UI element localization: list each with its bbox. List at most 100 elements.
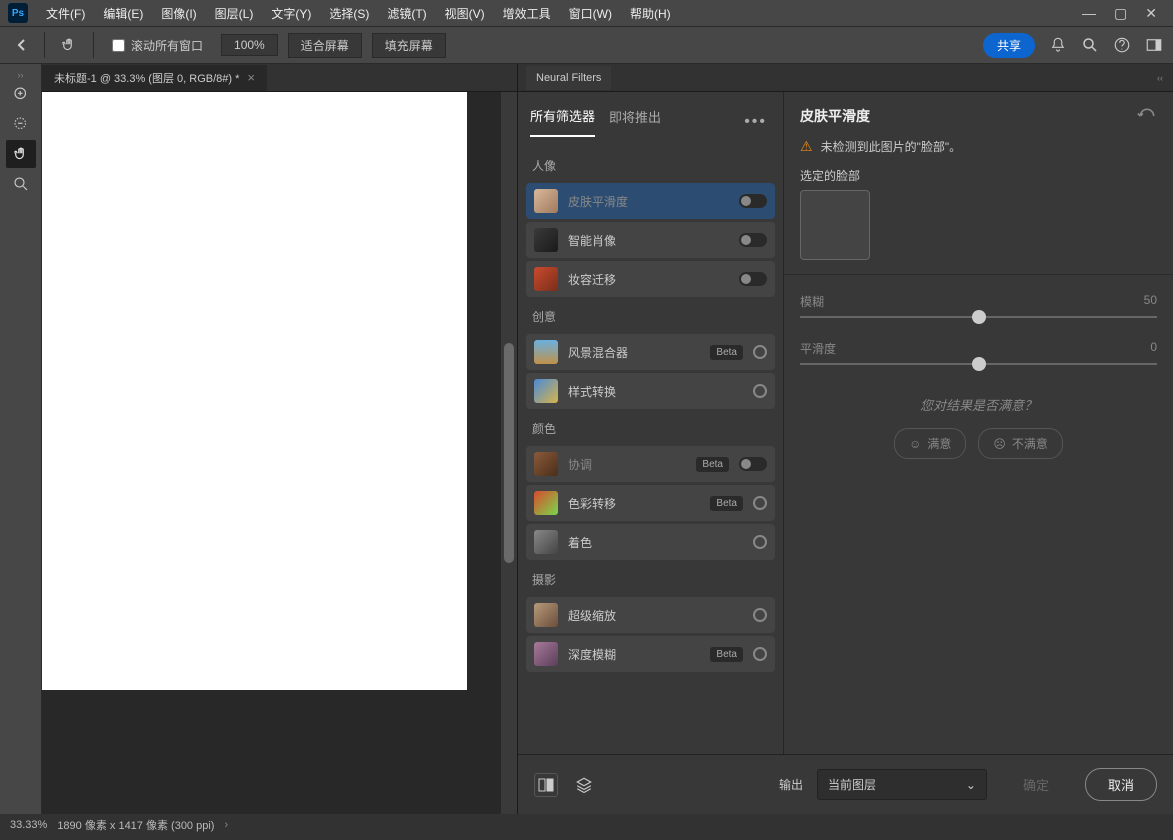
tab-all-filters[interactable]: 所有筛选器 bbox=[530, 106, 595, 137]
download-color-transfer[interactable] bbox=[753, 496, 767, 510]
collapse-panel-icon[interactable]: ‹‹ bbox=[1157, 73, 1163, 83]
hand-tool-icon[interactable] bbox=[55, 33, 83, 57]
download-depth-blur[interactable] bbox=[753, 647, 767, 661]
face-preview-box[interactable] bbox=[800, 190, 870, 260]
menu-filter[interactable]: 滤镜(T) bbox=[379, 1, 434, 26]
preview-toggle-icon[interactable] bbox=[534, 773, 558, 797]
toggle-skin-smoothing[interactable] bbox=[739, 194, 767, 208]
filter-color-transfer[interactable]: 色彩转移 Beta bbox=[526, 485, 775, 521]
zoom-in-tool[interactable] bbox=[6, 80, 36, 108]
blur-label: 模糊 bbox=[800, 293, 824, 310]
tools-panel: ›› bbox=[0, 64, 42, 814]
smooth-slider[interactable] bbox=[800, 363, 1157, 365]
menu-bar: Ps 文件(F) 编辑(E) 图像(I) 图层(L) 文字(Y) 选择(S) 滤… bbox=[0, 0, 1173, 26]
category-creative: 创意 bbox=[524, 300, 777, 331]
smile-icon: ☺ bbox=[909, 437, 921, 451]
warning-text: 未检测到此图片的"脸部"。 bbox=[821, 138, 962, 155]
menu-window[interactable]: 窗口(W) bbox=[561, 1, 620, 26]
toggle-smart-portrait[interactable] bbox=[739, 233, 767, 247]
fit-screen-button[interactable]: 适合屏幕 bbox=[288, 33, 362, 58]
category-photo: 摄影 bbox=[524, 563, 777, 594]
zoom-tool[interactable] bbox=[6, 170, 36, 198]
filter-settings-column: 皮肤平滑度 ⚠ 未检测到此图片的"脸部"。 选定的脸部 模糊 50 bbox=[784, 92, 1173, 754]
filter-landscape-mixer[interactable]: 风景混合器 Beta bbox=[526, 334, 775, 370]
fill-screen-button[interactable]: 填充屏幕 bbox=[372, 33, 446, 58]
back-button[interactable] bbox=[10, 33, 34, 57]
filter-colorize[interactable]: 着色 bbox=[526, 524, 775, 560]
output-bar: 输出 当前图层 ⌄ 确定 取消 bbox=[518, 754, 1173, 814]
download-super-zoom[interactable] bbox=[753, 608, 767, 622]
search-icon[interactable] bbox=[1081, 36, 1099, 54]
panel-tab[interactable]: Neural Filters bbox=[526, 66, 611, 90]
download-style-transfer[interactable] bbox=[753, 384, 767, 398]
feedback-no-button[interactable]: ☹ 不满意 bbox=[978, 428, 1063, 459]
filter-depth-blur[interactable]: 深度模糊 Beta bbox=[526, 636, 775, 672]
filter-list-column: 所有筛选器 即将推出 ••• 人像 皮肤平滑度 智能肖像 bbox=[518, 92, 784, 754]
category-color: 颜色 bbox=[524, 412, 777, 443]
cancel-button[interactable]: 取消 bbox=[1085, 768, 1157, 801]
menu-image[interactable]: 图像(I) bbox=[153, 1, 204, 26]
filter-style-transfer[interactable]: 样式转换 bbox=[526, 373, 775, 409]
output-label: 输出 bbox=[779, 776, 803, 793]
menu-type[interactable]: 文字(Y) bbox=[263, 1, 319, 26]
zoom-out-tool[interactable] bbox=[6, 110, 36, 138]
ok-button[interactable]: 确定 bbox=[1001, 769, 1071, 800]
filter-skin-smoothing[interactable]: 皮肤平滑度 bbox=[526, 183, 775, 219]
beta-badge: Beta bbox=[710, 345, 743, 360]
minimize-icon[interactable]: — bbox=[1082, 5, 1096, 22]
tab-close-icon[interactable]: × bbox=[247, 70, 255, 85]
neural-filters-panel: Neural Filters ‹‹ 所有筛选器 即将推出 ••• 人像 皮肤平滑… bbox=[517, 64, 1173, 814]
menu-file[interactable]: 文件(F) bbox=[38, 1, 93, 26]
menu-help[interactable]: 帮助(H) bbox=[622, 1, 679, 26]
document-area: 未标题-1 @ 33.3% (图层 0, RGB/8#) * × bbox=[42, 64, 517, 814]
more-icon[interactable]: ••• bbox=[744, 113, 771, 131]
vertical-scrollbar[interactable] bbox=[501, 92, 517, 814]
scroll-all-windows-checkbox[interactable]: 滚动所有窗口 bbox=[104, 37, 211, 54]
warning-icon: ⚠ bbox=[800, 138, 813, 155]
canvas[interactable] bbox=[42, 92, 467, 690]
menu-plugins[interactable]: 增效工具 bbox=[495, 1, 559, 26]
filter-smart-portrait[interactable]: 智能肖像 bbox=[526, 222, 775, 258]
options-bar: 滚动所有窗口 100% 适合屏幕 填充屏幕 共享 bbox=[0, 26, 1173, 64]
filter-super-zoom[interactable]: 超级缩放 bbox=[526, 597, 775, 633]
workspace-icon[interactable] bbox=[1145, 36, 1163, 54]
expand-tools-icon[interactable]: ›› bbox=[0, 70, 41, 80]
help-icon[interactable] bbox=[1113, 36, 1131, 54]
smooth-label: 平滑度 bbox=[800, 340, 836, 357]
share-button[interactable]: 共享 bbox=[983, 33, 1035, 58]
document-tab[interactable]: 未标题-1 @ 33.3% (图层 0, RGB/8#) * × bbox=[42, 65, 267, 91]
toggle-harmonize[interactable] bbox=[739, 457, 767, 471]
download-colorize[interactable] bbox=[753, 535, 767, 549]
close-icon[interactable]: ✕ bbox=[1145, 5, 1157, 22]
zoom-input[interactable]: 100% bbox=[221, 34, 278, 56]
menu-edit[interactable]: 编辑(E) bbox=[95, 1, 151, 26]
layers-icon[interactable] bbox=[572, 773, 596, 797]
status-chevron-icon[interactable]: › bbox=[224, 819, 228, 831]
settings-title: 皮肤平滑度 bbox=[800, 106, 870, 126]
smooth-value: 0 bbox=[1150, 340, 1157, 357]
blur-value: 50 bbox=[1144, 293, 1157, 310]
menu-layer[interactable]: 图层(L) bbox=[207, 1, 262, 26]
reset-icon[interactable] bbox=[1137, 108, 1157, 124]
bell-icon[interactable] bbox=[1049, 36, 1067, 54]
filter-makeup-transfer[interactable]: 妆容迁移 bbox=[526, 261, 775, 297]
status-zoom[interactable]: 33.33% bbox=[10, 819, 47, 831]
scroll-all-label: 滚动所有窗口 bbox=[131, 37, 203, 54]
chevron-down-icon: ⌄ bbox=[966, 778, 976, 792]
menu-view[interactable]: 视图(V) bbox=[437, 1, 493, 26]
feedback-yes-button[interactable]: ☺ 满意 bbox=[894, 428, 966, 459]
tab-upcoming[interactable]: 即将推出 bbox=[609, 107, 661, 136]
feedback-question: 您对结果是否满意？ bbox=[800, 395, 1157, 414]
toggle-makeup-transfer[interactable] bbox=[739, 272, 767, 286]
download-landscape-mixer[interactable] bbox=[753, 345, 767, 359]
maximize-icon[interactable]: ▢ bbox=[1114, 5, 1127, 22]
beta-badge: Beta bbox=[710, 647, 743, 662]
status-bar: 33.33% 1890 像素 x 1417 像素 (300 ppi) › bbox=[0, 814, 1173, 836]
output-select[interactable]: 当前图层 ⌄ bbox=[817, 769, 987, 800]
hand-tool[interactable] bbox=[6, 140, 36, 168]
blur-slider[interactable] bbox=[800, 316, 1157, 318]
document-tab-label: 未标题-1 @ 33.3% (图层 0, RGB/8#) * bbox=[54, 70, 239, 86]
menu-select[interactable]: 选择(S) bbox=[321, 1, 377, 26]
selected-face-label: 选定的脸部 bbox=[800, 167, 1157, 184]
filter-harmonize[interactable]: 协调 Beta bbox=[526, 446, 775, 482]
